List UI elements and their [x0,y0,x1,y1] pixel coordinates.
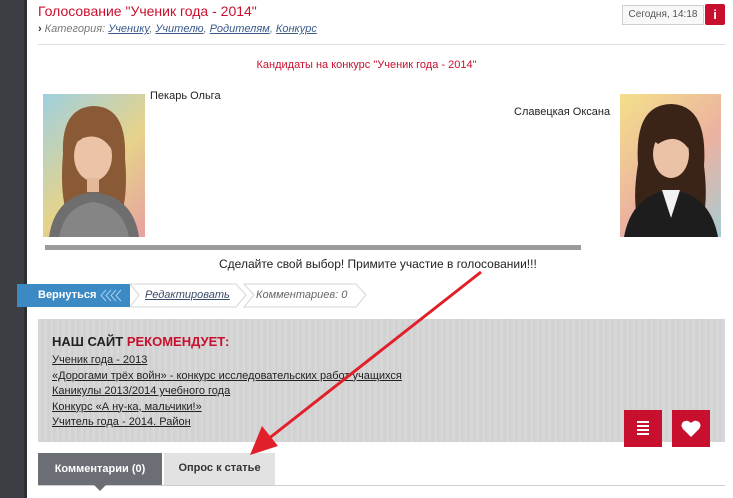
list-icon [637,421,649,435]
candidate2-photo [620,94,721,237]
tabs-baseline [38,485,725,486]
candidates-heading: Кандидаты на конкурс "Ученик года - 2014… [256,59,477,71]
info-button[interactable]: i [705,4,725,25]
category-link-student[interactable]: Ученику [108,23,149,35]
list-button[interactable] [624,410,662,447]
category-label: Категория: [44,23,106,35]
chevrons-icon [100,289,122,302]
recommendation-link[interactable]: Учитель года - 2014. Район [52,415,402,431]
category-link-teacher[interactable]: Учителю [155,23,203,35]
chevron-right-icon: › [38,23,42,35]
recommendation-link[interactable]: «Дорогами трёх войн» - конкурс исследова… [52,369,402,385]
recommendation-link[interactable]: Ученик года - 2013 [52,353,402,369]
poll-divider [45,245,581,250]
category-line: › Категория: Ученику, Учителю, Родителям,… [38,23,317,35]
recommendations-title-highlight: РЕКОМЕНДУЕТ: [126,334,230,349]
article-title[interactable]: Голосование "Ученик года - 2014" [38,3,257,19]
header-divider [38,44,725,45]
tab-comments[interactable]: Комментарии (0) [38,453,162,491]
recommendations-box: НАШ САЙТ РЕКОМЕНДУЕТ: Ученик года - 2013… [38,319,725,442]
edit-link[interactable]: Редактировать [145,289,230,301]
date-badge: Сегодня, 14:18 [622,5,704,25]
recommendations-list: Ученик года - 2013 «Дорогами трёх войн» … [52,353,402,431]
comments-count: Комментариев: 0 [256,289,348,301]
category-link-parents[interactable]: Родителям [210,23,270,35]
candidate1-photo [43,94,145,237]
favorite-button[interactable] [672,410,710,447]
sidebar-edge [24,0,27,498]
left-sidebar [0,0,27,498]
recommendation-link[interactable]: Каникулы 2013/2014 учебного года [52,384,402,400]
recommendations-title: НАШ САЙТ РЕКОМЕНДУЕТ: [52,334,229,349]
recommendations-title-prefix: НАШ САЙТ [52,334,124,349]
tab-active-pointer [94,485,106,491]
candidate2-name: Славецкая Оксана [514,106,611,118]
category-link-contest[interactable]: Конкурс [276,23,317,35]
tab-comments-label: Комментарии (0) [54,463,146,475]
recommendation-link[interactable]: Конкурс «А ну-ка, мальчики!» [52,400,402,416]
call-to-action: Сделайте свой выбор! Примите участие в г… [219,257,537,271]
heart-icon [681,420,701,437]
candidate1-name: Пекарь Ольга [150,90,221,102]
tab-poll[interactable]: Опрос к статье [164,453,275,485]
